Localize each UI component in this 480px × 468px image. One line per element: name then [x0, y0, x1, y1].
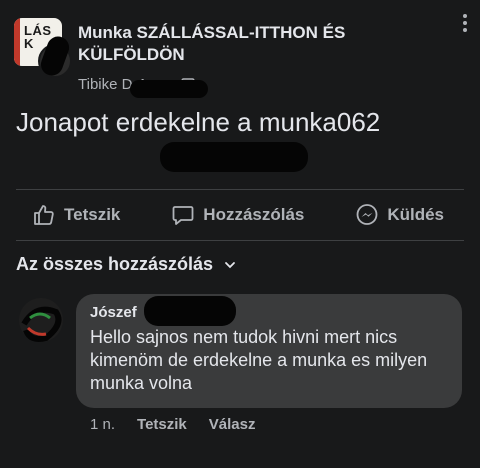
comment-filter-label: Az összes hozzászólás: [16, 254, 214, 274]
comment-like-button[interactable]: Tetszik: [137, 416, 187, 433]
comment-bubble-icon: [172, 206, 194, 225]
comment-actions: 1 n. Tetszik Válasz: [90, 416, 255, 433]
more-dot-icon: [463, 28, 467, 32]
more-options-button[interactable]: [462, 14, 468, 38]
redaction-scribble: [144, 296, 236, 326]
comment-text: Hello sajnos nem tudok hivni mert nics k…: [90, 327, 428, 393]
like-button[interactable]: Tetszik: [32, 203, 120, 227]
like-label: Tetszik: [64, 205, 121, 224]
redaction-scribble: [160, 142, 308, 172]
comment-time[interactable]: 1 n.: [90, 416, 115, 433]
post-text: Jonapot erdekelne a munka062: [16, 107, 381, 137]
send-label: Küldés: [387, 205, 444, 224]
comment-reply-button[interactable]: Válasz: [209, 416, 256, 433]
more-dot-icon: [463, 14, 467, 18]
messenger-icon: [356, 204, 378, 225]
comment-author[interactable]: Jószef: [90, 304, 137, 321]
send-button[interactable]: Küldés: [355, 203, 444, 227]
post-action-bar: Tetszik Hozzászólás Küldés: [16, 190, 464, 240]
divider: [16, 240, 464, 241]
commenter-avatar[interactable]: [16, 294, 66, 346]
comment-filter-dropdown[interactable]: Az összes hozzászólás: [16, 254, 237, 275]
comment-label: Hozzászólás: [203, 205, 305, 224]
chevron-down-icon: [225, 261, 235, 268]
thumbs-up-icon: [34, 205, 54, 225]
redaction-scribble: [130, 80, 208, 98]
more-dot-icon: [463, 21, 467, 25]
comment-button[interactable]: Hozzászólás: [171, 203, 304, 227]
post-author[interactable]: Tibike D: [78, 76, 132, 93]
group-name[interactable]: Munka SZÁLLÁSSAL-ITTHON ÉS KÜLFÖLDÖN: [78, 22, 408, 66]
group-avatar-stripe: [14, 18, 20, 66]
